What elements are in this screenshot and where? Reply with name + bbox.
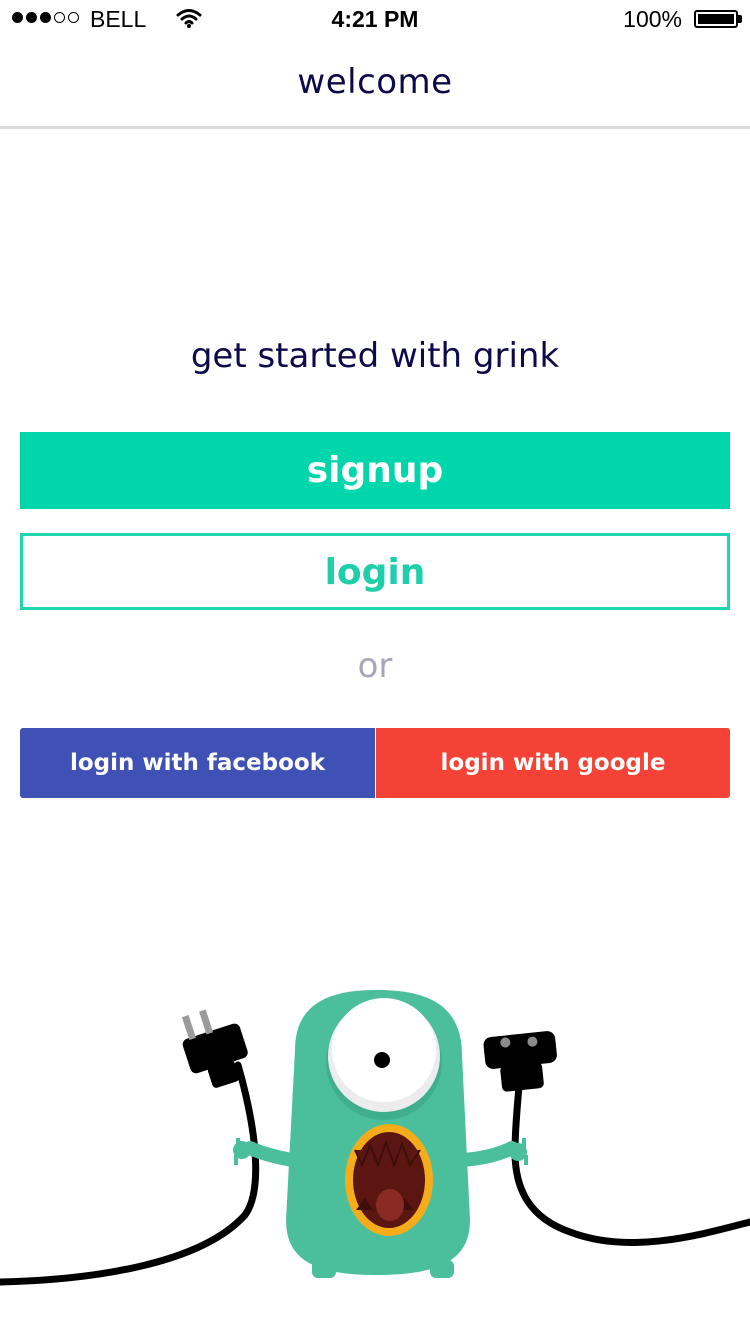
login-facebook-button[interactable]: login with facebook (20, 728, 375, 798)
monster-illustration (0, 990, 750, 1286)
nav-bar: welcome (0, 40, 750, 129)
battery-icon (694, 10, 738, 28)
or-divider-text: or (357, 646, 393, 686)
right-plug-icon (483, 1031, 557, 1092)
status-bar: BELL 4:21 PM 100% (0, 0, 750, 40)
login-google-button[interactable]: login with google (376, 728, 730, 798)
battery-percent: 100% (623, 6, 682, 32)
tagline: get started with grink (190, 336, 560, 376)
login-button[interactable]: login (20, 533, 730, 610)
signup-button[interactable]: signup (20, 432, 730, 509)
battery-tip (738, 15, 742, 23)
page-title: welcome (297, 62, 453, 102)
